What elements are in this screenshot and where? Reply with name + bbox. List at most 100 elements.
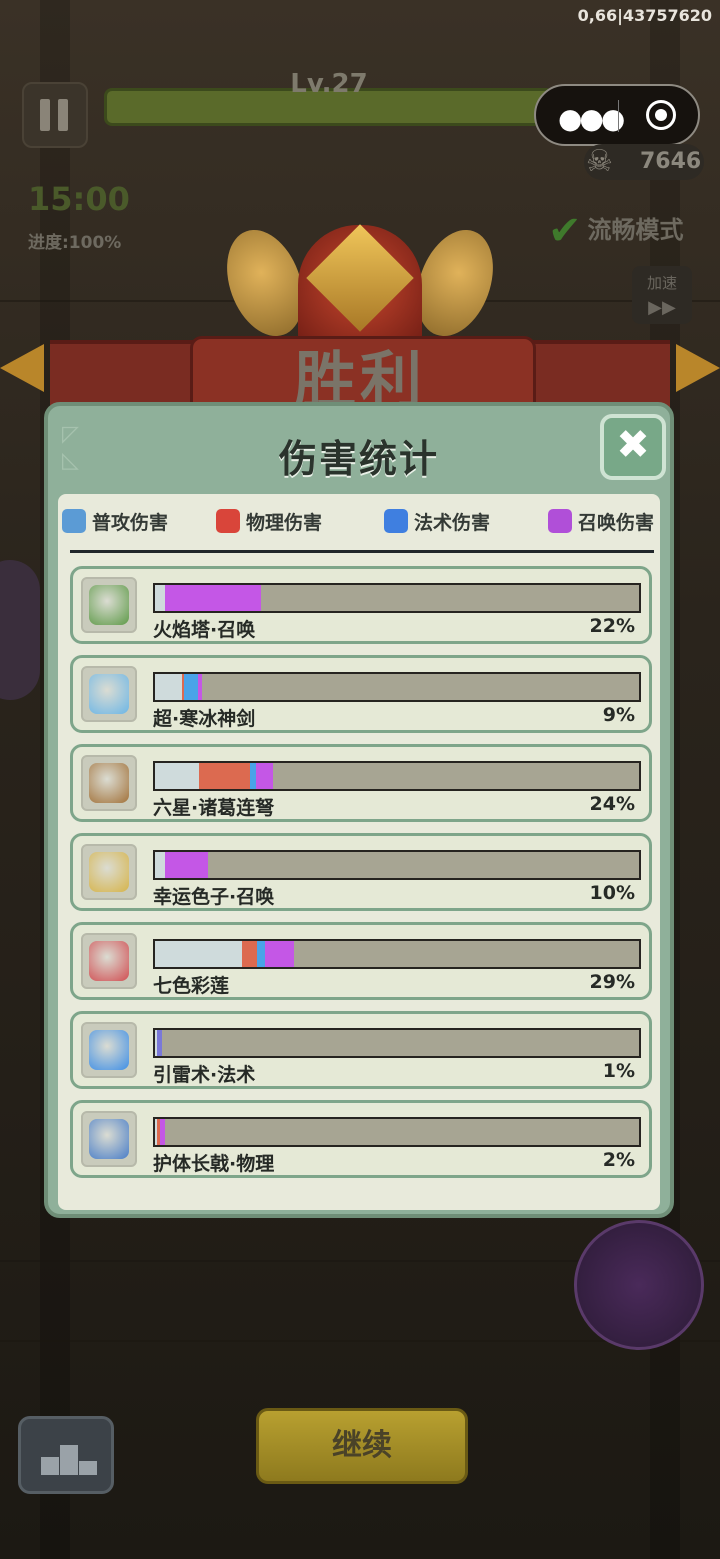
panel-title: 伤害统计	[278, 437, 439, 481]
damage-segment-summon	[197, 674, 203, 700]
legend-label: 法术伤害	[414, 512, 491, 534]
damage-type-legend: 普攻伤害 物理伤害 法术伤害 召唤伤害	[58, 508, 660, 544]
mini-program-capsule: ●●●	[534, 84, 700, 146]
damage-segment-normal	[155, 763, 199, 789]
more-icon[interactable]: ●●●	[558, 102, 625, 135]
checkmark-icon: ✔	[548, 208, 582, 254]
damage-bar	[153, 583, 641, 613]
speed-label: 加速	[646, 274, 677, 292]
legend-label: 普攻伤害	[92, 512, 169, 534]
timer: 15:00	[28, 180, 130, 218]
damage-segment-normal	[155, 852, 165, 878]
kill-counter: ☠ 7646	[584, 144, 704, 180]
pause-button[interactable]	[22, 82, 88, 148]
damage-segment-physical	[198, 763, 251, 789]
podium-icon	[41, 1457, 59, 1475]
podium-icon	[60, 1445, 78, 1475]
skill-orb	[574, 1220, 704, 1350]
damage-bar	[153, 1117, 641, 1147]
weapon-glyph	[89, 763, 129, 803]
level-label: Lv.27	[290, 69, 368, 99]
sword-icon	[62, 509, 86, 533]
damage-row: 七色彩莲 29%	[70, 922, 652, 1000]
legend-magic: 法术伤害	[384, 508, 490, 535]
damage-segment-summon	[164, 852, 209, 878]
damage-bar	[153, 1028, 641, 1058]
damage-row: 引雷术·法术 1%	[70, 1011, 652, 1089]
damage-segment-normal	[155, 941, 243, 967]
side-orb	[0, 560, 40, 700]
damage-percent: 29%	[589, 971, 635, 993]
damage-row: 火焰塔·召唤 22%	[70, 566, 652, 644]
weapon-icon	[81, 933, 137, 989]
damage-row: 超·寒冰神剑 9%	[70, 655, 652, 733]
fist-icon	[216, 509, 240, 533]
damage-segment-summon	[160, 1119, 165, 1145]
weapon-glyph	[89, 941, 129, 981]
damage-percent: 1%	[602, 1060, 635, 1082]
continue-button[interactable]: 继续	[256, 1408, 468, 1484]
weapon-name: 六星·诸葛连弩	[153, 797, 275, 819]
skull-icon: ☠	[586, 144, 613, 179]
close-miniprogram-icon[interactable]	[646, 100, 676, 130]
legend-physical: 物理伤害	[216, 508, 322, 535]
legend-summon: 召唤伤害	[548, 508, 654, 535]
weapon-glyph	[89, 585, 129, 625]
damage-bar	[153, 850, 641, 880]
legend-label: 召唤伤害	[578, 512, 655, 534]
damage-percent: 22%	[589, 615, 635, 637]
weapon-icon	[81, 755, 137, 811]
legend-divider	[70, 550, 654, 553]
damage-segment-summon	[164, 585, 262, 611]
level-progress-bar: Lv.27	[104, 69, 554, 126]
weapon-name: 引雷术·法术	[153, 1064, 256, 1086]
damage-bar	[153, 761, 641, 791]
weapon-icon	[81, 666, 137, 722]
close-icon: ✖	[616, 422, 650, 468]
weapon-icon	[81, 1022, 137, 1078]
progress-text: 进度:100%	[28, 233, 122, 253]
legend-normal-attack: 普攻伤害	[62, 508, 168, 535]
weapon-glyph	[89, 1030, 129, 1070]
damage-segment-magic	[256, 941, 266, 967]
damage-stats-panel: ◸ ◺ 伤害统计 ✖ 普攻伤害 物理伤害 法术伤害 召唤伤害 火焰塔·召唤 22% 超…	[44, 402, 674, 1218]
damage-segment-normal	[155, 585, 165, 611]
damage-row: 护体长戟·物理 2%	[70, 1100, 652, 1178]
legend-label: 物理伤害	[246, 512, 323, 534]
damage-percent: 9%	[602, 704, 635, 726]
ranking-button[interactable]	[18, 1416, 114, 1494]
speed-up-button[interactable]: 加速 ▶▶	[632, 266, 692, 324]
fast-forward-icon: ▶▶	[648, 297, 676, 318]
paw-icon	[548, 509, 572, 533]
weapon-name: 护体长戟·物理	[153, 1153, 275, 1175]
flame-icon	[384, 509, 408, 533]
damage-row: 六星·诸葛连弩 24%	[70, 744, 652, 822]
pause-icon	[40, 99, 50, 131]
stats-content: 普攻伤害 物理伤害 法术伤害 召唤伤害 火焰塔·召唤 22% 超·寒冰神剑 9% 六星·…	[58, 494, 660, 1210]
podium-icon	[79, 1461, 97, 1475]
damage-bar	[153, 672, 641, 702]
damage-percent: 24%	[589, 793, 635, 815]
weapon-name: 幸运色子·召唤	[153, 886, 275, 908]
damage-percent: 2%	[602, 1149, 635, 1171]
weapon-name: 火焰塔·召唤	[153, 619, 256, 641]
damage-bar	[153, 939, 641, 969]
close-button[interactable]: ✖	[600, 414, 666, 480]
user-id-text: 0,66|43757620	[577, 6, 712, 25]
damage-segment-magic	[184, 674, 198, 700]
weapon-glyph	[89, 852, 129, 892]
weapon-name: 七色彩莲	[153, 975, 230, 997]
damage-segment-summon	[256, 763, 274, 789]
weapon-glyph	[89, 674, 129, 714]
weapon-name: 超·寒冰神剑	[153, 708, 256, 730]
damage-segment-normal	[155, 674, 182, 700]
smooth-mode-label: 流畅模式	[587, 216, 684, 244]
weapon-icon	[81, 844, 137, 900]
weapon-glyph	[89, 1119, 129, 1159]
weapon-icon	[81, 1111, 137, 1167]
weapon-icon	[81, 577, 137, 633]
damage-percent: 10%	[589, 882, 635, 904]
smooth-mode-toggle[interactable]: ✔ 流畅模式	[548, 202, 684, 254]
damage-segment-summon	[265, 941, 295, 967]
damage-segment-physical	[242, 941, 257, 967]
